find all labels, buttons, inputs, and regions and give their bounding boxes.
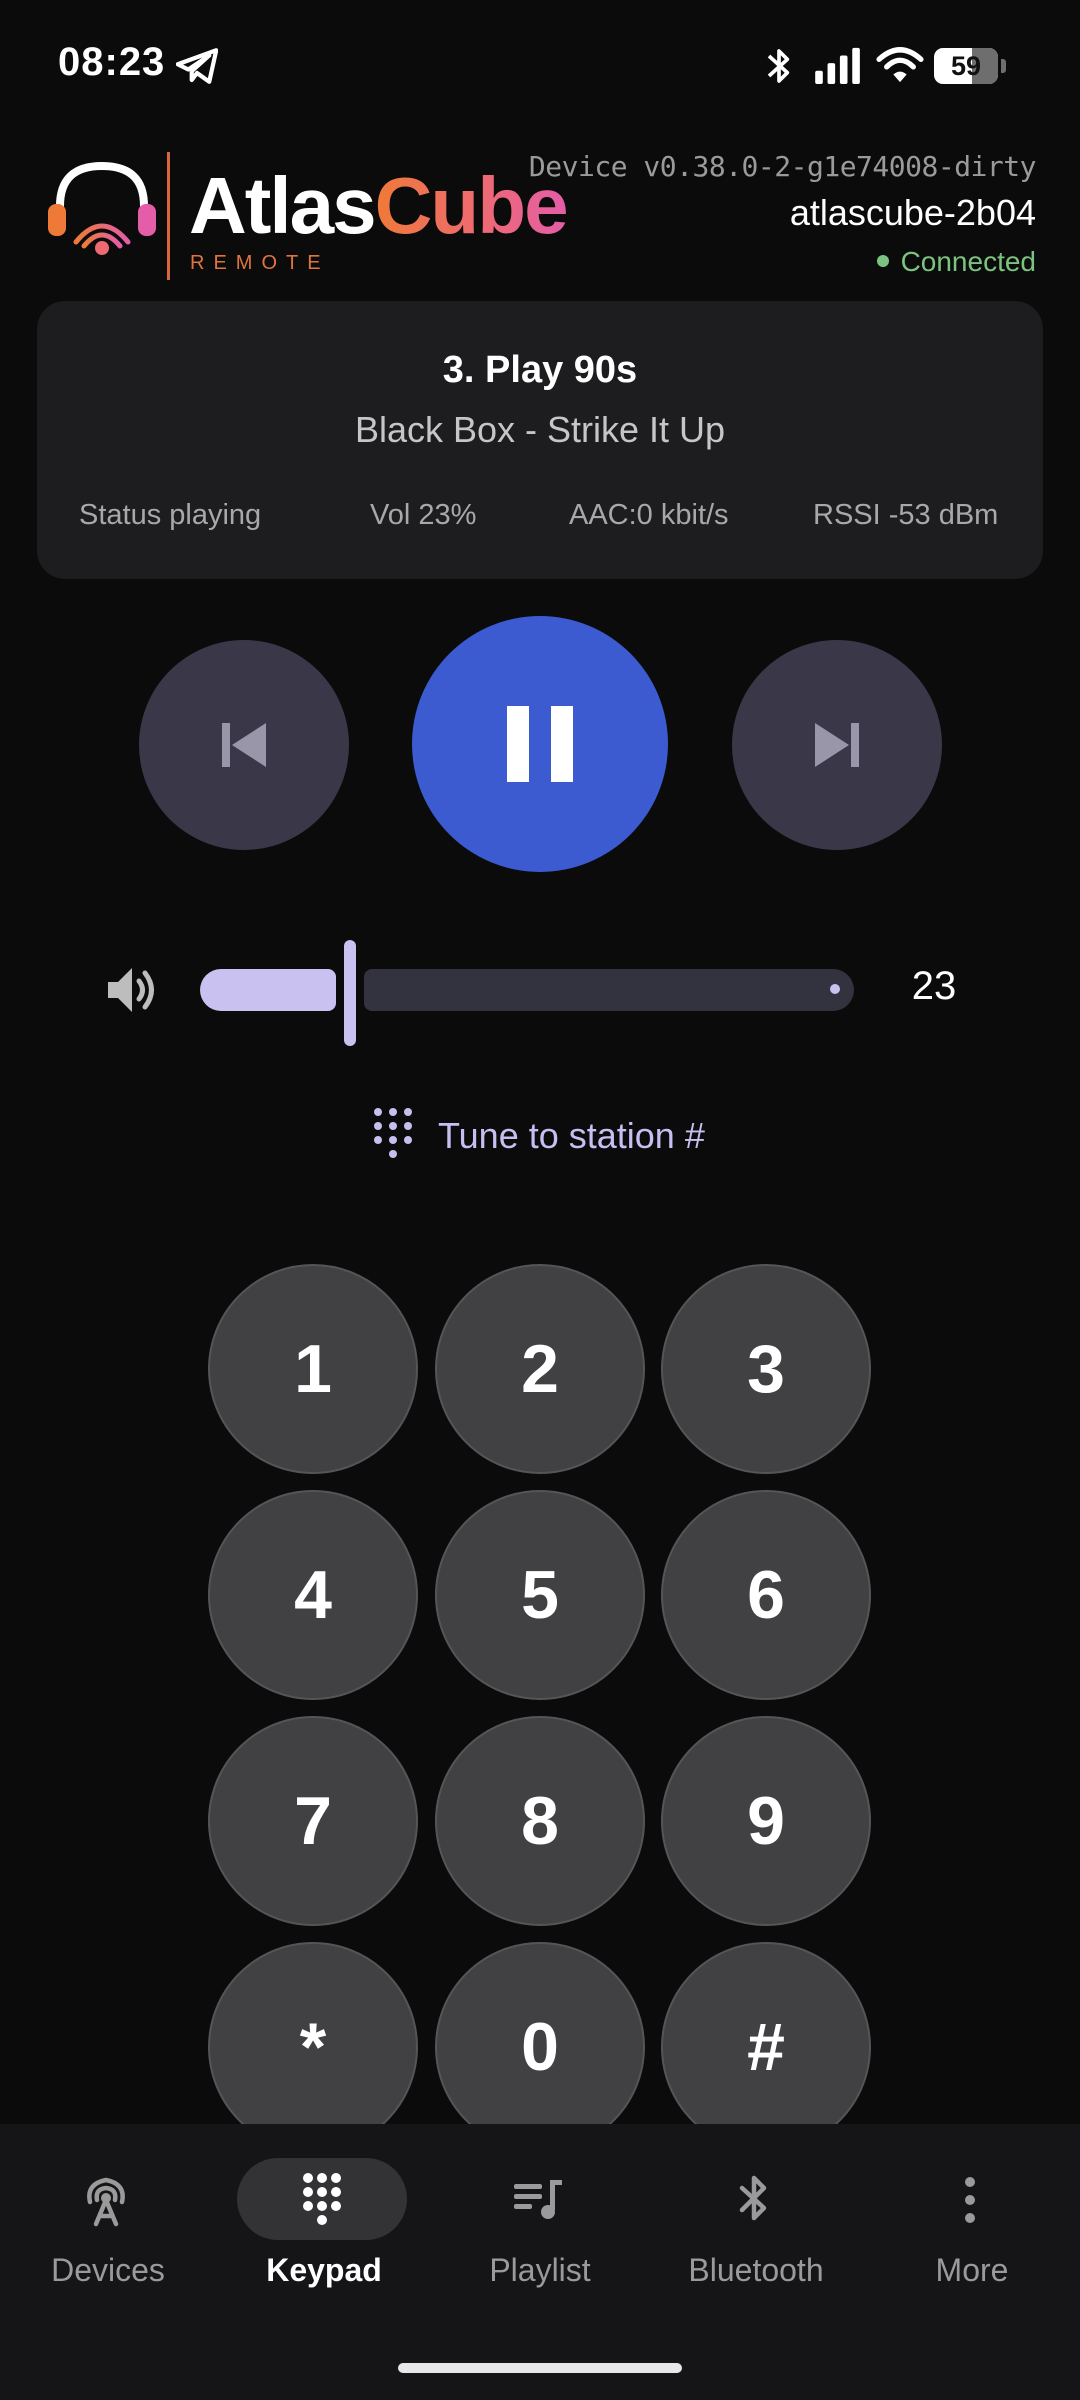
skip-previous-icon (222, 723, 266, 767)
previous-button[interactable] (139, 640, 349, 850)
skip-next-icon (815, 723, 859, 767)
dialpad-icon (303, 2173, 341, 2225)
status-time: 08:23 (58, 40, 166, 84)
pause-button[interactable] (412, 616, 668, 872)
key-5[interactable]: 5 (435, 1490, 645, 1700)
next-button[interactable] (732, 640, 942, 850)
volume-stat: Vol 23% (370, 499, 477, 531)
rssi-stat: RSSI -53 dBm (813, 499, 999, 531)
nav-devices[interactable]: Devices (0, 2124, 216, 2324)
logo-divider (167, 152, 170, 280)
app-logo-wordmark: AtlasCube (189, 161, 569, 250)
key-8[interactable]: 8 (435, 1716, 645, 1926)
speaker-icon (108, 968, 154, 1012)
key-2[interactable]: 2 (435, 1264, 645, 1474)
playlist-music-icon (514, 2180, 562, 2219)
stats-row: Status playing Vol 23% AAC:0 kbit/s RSSI… (37, 499, 1043, 535)
key-1[interactable]: 1 (208, 1264, 418, 1474)
volume-stop-dot (830, 984, 840, 994)
now-playing-card: 3. Play 90s Black Box - Strike It Up Sta… (37, 301, 1043, 579)
status-bar: 08:23 59 (0, 0, 1080, 130)
bluetooth-icon (739, 2175, 767, 2221)
home-indicator[interactable] (398, 2363, 682, 2373)
bluetooth-icon (767, 49, 790, 83)
nav-more[interactable]: More (864, 2124, 1080, 2324)
battery-icon: 59 (934, 48, 1006, 84)
key-hash[interactable]: # (661, 1942, 871, 2152)
codec-stat: AAC:0 kbit/s (569, 499, 729, 531)
volume-track-inactive (364, 969, 854, 1011)
key-6[interactable]: 6 (661, 1490, 871, 1700)
tune-to-station-button[interactable]: Tune to station # (370, 1106, 705, 1166)
connection-status: Connected (876, 246, 1036, 278)
status-dot-icon (876, 254, 889, 267)
device-name: atlascube-2b04 (789, 192, 1036, 233)
battery-level: 59 (950, 51, 982, 81)
pause-icon (507, 706, 573, 782)
antenna-icon (87, 2177, 125, 2227)
key-3[interactable]: 3 (661, 1264, 871, 1474)
key-0[interactable]: 0 (435, 1942, 645, 2152)
key-7[interactable]: 7 (208, 1716, 418, 1926)
volume-slider[interactable] (200, 940, 854, 1046)
telegram-icon (176, 48, 218, 84)
nav-keypad[interactable]: Keypad (216, 2124, 432, 2324)
volume-value: 23 (911, 964, 957, 1008)
key-star[interactable]: * (208, 1942, 418, 2152)
volume-handle[interactable] (344, 940, 356, 1046)
volume-fill (200, 969, 336, 1011)
tune-label: Tune to station # (438, 1115, 705, 1156)
logo-subtitle: REMOTE (190, 252, 330, 274)
key-4[interactable]: 4 (208, 1490, 418, 1700)
bottom-navigation: Devices Keypad Playlist Bluetooth More (0, 2124, 1080, 2400)
more-vertical-icon (965, 2177, 975, 2223)
dialpad-icon (374, 1108, 412, 1158)
nav-bluetooth[interactable]: Bluetooth (648, 2124, 864, 2324)
track-title: Black Box - Strike It Up (354, 409, 726, 450)
device-version: Device v0.38.0-2-g1e74008-dirty (528, 150, 1037, 183)
signal-icon (815, 47, 860, 84)
station-title: 3. Play 90s (442, 349, 638, 391)
key-9[interactable]: 9 (661, 1716, 871, 1926)
headphones-logo-icon (48, 161, 156, 255)
status-stat: Status playing (79, 499, 262, 531)
nav-playlist[interactable]: Playlist (432, 2124, 648, 2324)
wifi-icon (876, 47, 924, 83)
